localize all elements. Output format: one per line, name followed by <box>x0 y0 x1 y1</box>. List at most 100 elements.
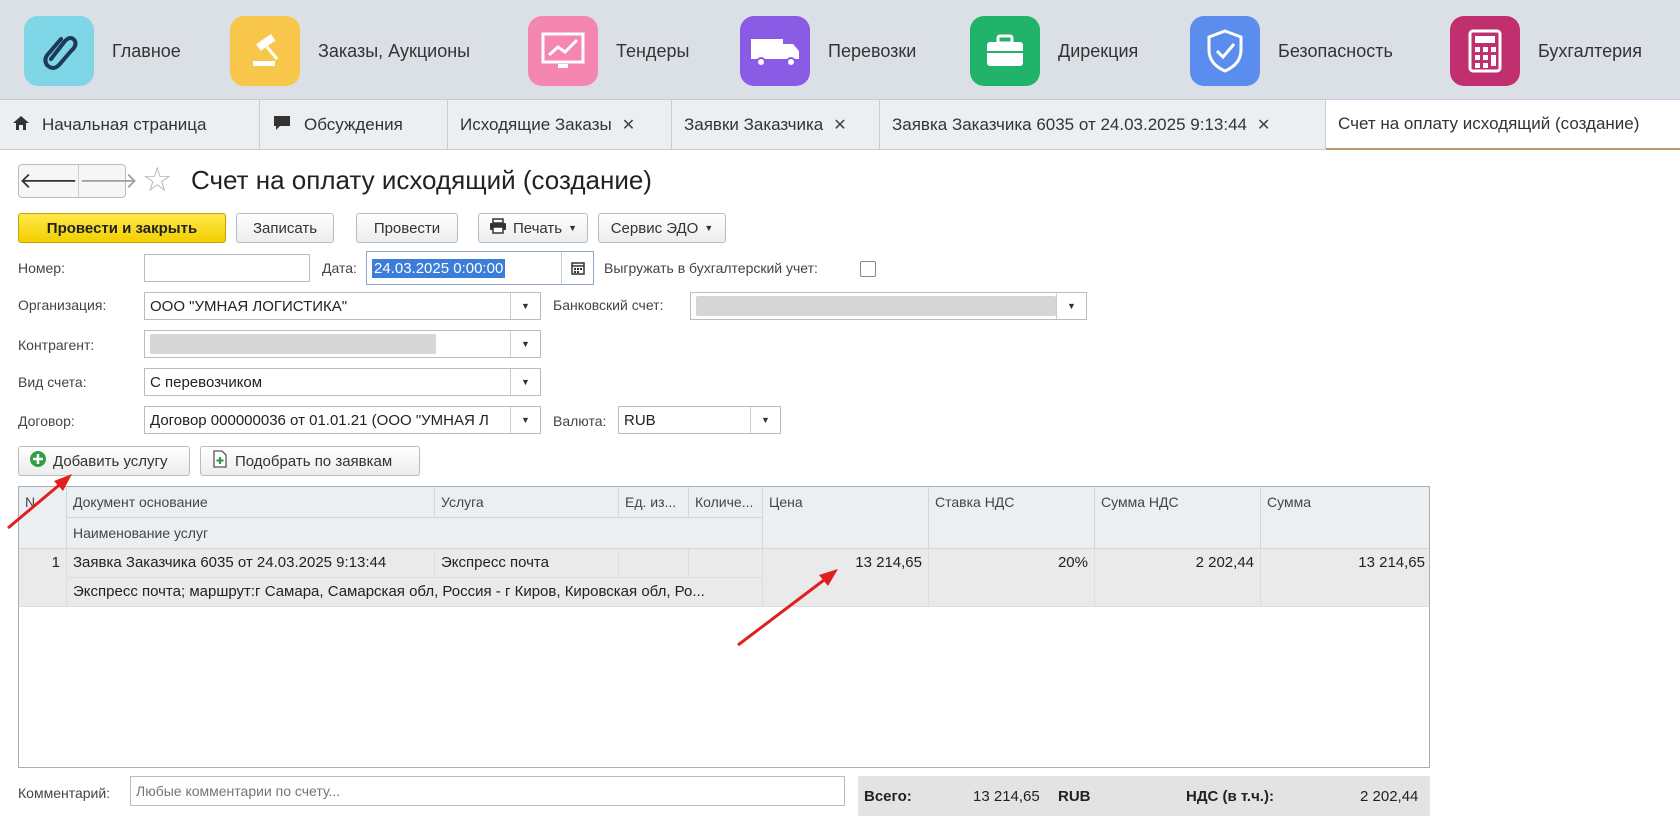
date-label: Дата: <box>322 260 357 276</box>
invoice-type-label: Вид счета: <box>18 374 87 390</box>
bank-account-select[interactable]: ▼ <box>690 292 1087 320</box>
total-label: Всего: <box>864 788 912 805</box>
section-orders[interactable]: Заказы, Аукционы <box>230 16 470 86</box>
close-icon[interactable]: ✕ <box>622 115 635 135</box>
section-accounting-label: Бухгалтерия <box>1538 40 1642 61</box>
chevron-down-icon[interactable]: ▼ <box>1056 293 1086 319</box>
organization-select[interactable]: ООО "УМНАЯ ЛОГИСТИКА" ▼ <box>144 292 541 320</box>
cell-document[interactable]: Заявка Заказчика 6035 от 24.03.2025 9:13… <box>67 549 435 578</box>
cell-service[interactable]: Экспресс почта <box>435 549 619 578</box>
cell-unit[interactable] <box>619 549 689 578</box>
cell-vat-rate[interactable]: 20% <box>929 549 1095 607</box>
col-header-sum[interactable]: Сумма <box>1261 487 1429 549</box>
calendar-icon[interactable] <box>561 252 593 284</box>
currency-value: RUB <box>624 411 656 429</box>
section-accounting[interactable]: Бухгалтерия <box>1450 16 1642 86</box>
favorite-star-icon[interactable]: ☆ <box>142 162 172 198</box>
cell-qty[interactable] <box>689 549 763 578</box>
col-header-service[interactable]: Услуга <box>435 487 619 518</box>
organization-value: ООО "УМНАЯ ЛОГИСТИКА" <box>150 297 348 315</box>
redacted-value <box>150 334 436 354</box>
edo-service-label: Сервис ЭДО <box>610 219 699 237</box>
tab-discussions[interactable]: Обсуждения <box>260 100 448 150</box>
cell-service-name[interactable]: Экспресс почта; маршрут:г Самара, Самарс… <box>67 578 763 607</box>
home-icon <box>12 115 30 136</box>
section-transport-label: Перевозки <box>828 40 917 61</box>
currency-label: Валюта: <box>553 413 607 429</box>
section-main[interactable]: Главное <box>24 16 181 86</box>
plus-circle-icon <box>29 450 47 472</box>
col-header-vat-rate[interactable]: Ставка НДС <box>929 487 1095 549</box>
section-direction-label: Дирекция <box>1058 40 1139 61</box>
chevron-down-icon[interactable]: ▼ <box>510 407 540 433</box>
date-input[interactable]: 24.03.2025 0:00:00 <box>366 251 594 285</box>
cell-price[interactable]: 13 214,65 <box>763 549 929 607</box>
contract-select[interactable]: Договор 000000036 от 01.01.21 (ООО "УМНА… <box>144 406 541 434</box>
chevron-down-icon[interactable]: ▼ <box>750 407 780 433</box>
chevron-down-icon[interactable]: ▼ <box>510 293 540 319</box>
tab-home[interactable]: Начальная страница <box>0 100 260 150</box>
section-transport[interactable]: Перевозки <box>740 16 916 86</box>
col-header-unit[interactable]: Ед. из... <box>619 487 689 518</box>
add-service-button[interactable]: Добавить услугу <box>18 446 190 476</box>
forward-button[interactable]: 🡒 <box>78 165 138 197</box>
cell-num[interactable]: 1 <box>19 549 67 607</box>
col-header-qty[interactable]: Количе... <box>689 487 763 518</box>
gavel-icon <box>230 16 300 86</box>
tab-customer-request-6035[interactable]: Заявка Заказчика 6035 от 24.03.2025 9:13… <box>880 100 1326 150</box>
save-button[interactable]: Записать <box>236 213 334 243</box>
chevron-down-icon[interactable]: ▼ <box>510 331 540 357</box>
number-input[interactable] <box>144 254 310 282</box>
invoice-type-value: С перевозчиком <box>150 373 263 391</box>
print-button[interactable]: Печать ▼ <box>478 213 588 243</box>
number-label: Номер: <box>18 260 65 276</box>
date-value: 24.03.2025 0:00:00 <box>372 258 506 278</box>
section-orders-label: Заказы, Аукционы <box>318 40 471 61</box>
contractor-select[interactable]: ▼ <box>144 330 541 358</box>
chevron-down-icon[interactable]: ▼ <box>510 369 540 395</box>
calculator-icon <box>1450 16 1520 86</box>
chevron-down-icon: ▼ <box>704 223 714 233</box>
chat-icon <box>272 114 292 137</box>
tab-outgoing-orders[interactable]: Исходящие Заказы ✕ <box>448 100 672 150</box>
export-accounting-checkbox[interactable] <box>860 261 876 277</box>
col-header-price[interactable]: Цена <box>763 487 929 549</box>
contract-label: Договор: <box>18 413 75 429</box>
section-direction[interactable]: Дирекция <box>970 16 1138 86</box>
currency-select[interactable]: RUB ▼ <box>618 406 781 434</box>
sections-bar: Главное Заказы, Аукционы Тендеры Перевоз… <box>0 0 1680 100</box>
post-and-close-button[interactable]: Провести и закрыть <box>18 213 226 243</box>
printer-icon <box>489 218 507 238</box>
col-header-document[interactable]: Документ основание <box>67 487 435 518</box>
contractor-label: Контрагент: <box>18 337 95 353</box>
section-security[interactable]: Безопасность <box>1190 16 1393 86</box>
cell-vat-sum[interactable]: 2 202,44 <box>1095 549 1261 607</box>
open-tabs-bar: Начальная страница Обсуждения Исходящие … <box>0 100 1680 150</box>
post-button[interactable]: Провести <box>356 213 458 243</box>
history-nav: 🡐 🡒 <box>18 164 138 198</box>
invoice-type-select[interactable]: С перевозчиком ▼ <box>144 368 541 396</box>
tab-customer-request-label: Заявка Заказчика 6035 от 24.03.2025 9:13… <box>892 115 1247 134</box>
comment-input[interactable] <box>130 776 845 806</box>
chevron-down-icon: ▼ <box>568 223 578 233</box>
col-header-service-name[interactable]: Наименование услуг <box>67 518 763 549</box>
close-icon[interactable]: ✕ <box>1257 115 1270 135</box>
pick-by-orders-button[interactable]: Подобрать по заявкам <box>200 446 420 476</box>
print-button-label: Печать <box>512 219 563 237</box>
tab-invoice-create-label: Счет на оплату исходящий (создание) <box>1338 114 1640 133</box>
export-accounting-label: Выгружать в бухгалтерский учет: <box>604 260 818 276</box>
vat-value: 2 202,44 <box>1360 788 1419 805</box>
cell-sum[interactable]: 13 214,65 <box>1261 549 1429 607</box>
tab-customer-requests[interactable]: Заявки Заказчика ✕ <box>672 100 880 150</box>
tab-outgoing-orders-label: Исходящие Заказы <box>460 115 612 134</box>
back-button[interactable]: 🡐 <box>19 165 78 197</box>
services-table: N Документ основание Услуга Ед. из... Ко… <box>18 486 1430 768</box>
total-value: 13 214,65 <box>973 788 1040 805</box>
clip-logo-icon <box>24 16 94 86</box>
col-header-num[interactable]: N <box>19 487 67 549</box>
section-tenders[interactable]: Тендеры <box>528 16 689 86</box>
tab-invoice-create[interactable]: Счет на оплату исходящий (создание) <box>1326 100 1680 150</box>
edo-service-button[interactable]: Сервис ЭДО ▼ <box>598 213 726 243</box>
col-header-vat-sum[interactable]: Сумма НДС <box>1095 487 1261 549</box>
close-icon[interactable]: ✕ <box>833 115 846 135</box>
